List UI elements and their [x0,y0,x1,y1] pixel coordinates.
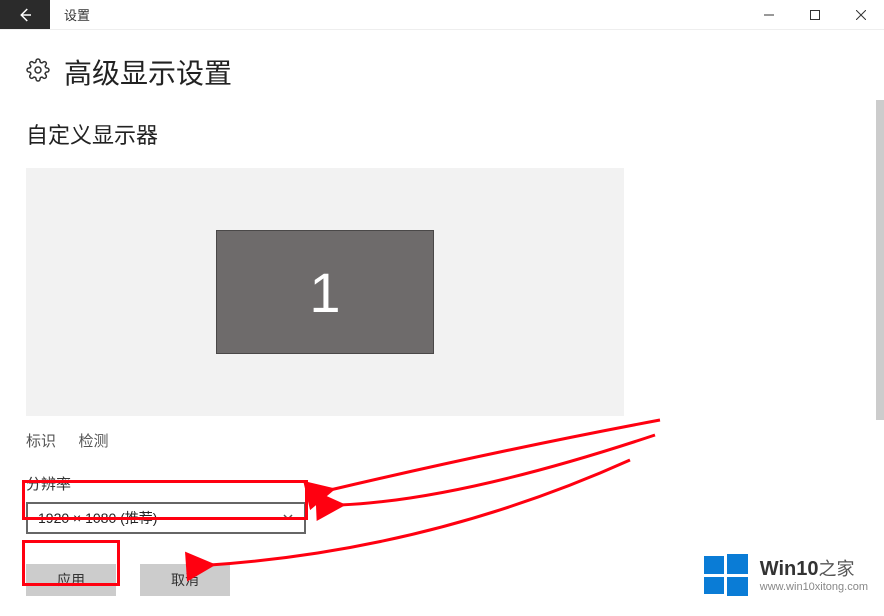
page-header: 高级显示设置 [26,52,854,92]
titlebar: 设置 [0,0,884,30]
arrow-left-icon [16,6,34,24]
scrollbar[interactable] [876,30,884,616]
page-title: 高级显示设置 [64,52,232,92]
monitor-number: 1 [309,260,340,325]
window-controls [746,0,884,29]
titlebar-spacer [104,0,746,29]
section-heading-custom-display: 自定义显示器 [26,118,854,150]
cancel-button[interactable]: 取消 [140,564,230,596]
resolution-dropdown[interactable]: 1920 × 1080 (推荐) [26,502,306,534]
window-title: 设置 [50,0,104,29]
button-row: 应用 取消 [26,564,854,596]
chevron-down-icon [282,510,294,526]
detect-link[interactable]: 检测 [78,433,108,450]
content-area: 高级显示设置 自定义显示器 1 标识 检测 分辨率 1920 × 1080 (推… [4,30,876,616]
minimize-button[interactable] [746,0,792,29]
back-button[interactable] [0,0,50,29]
identify-link[interactable]: 标识 [26,433,56,450]
monitor-1[interactable]: 1 [216,230,434,354]
maximize-icon [810,10,820,20]
maximize-button[interactable] [792,0,838,29]
close-button[interactable] [838,0,884,29]
scrollbar-thumb[interactable] [876,100,884,420]
resolution-value: 1920 × 1080 (推荐) [38,508,157,528]
apply-button[interactable]: 应用 [26,564,116,596]
gear-icon [26,58,50,87]
resolution-label: 分辨率 [26,473,854,494]
monitor-preview: 1 [26,168,624,416]
close-icon [856,10,866,20]
display-action-links: 标识 检测 [26,430,854,451]
minimize-icon [764,10,774,20]
